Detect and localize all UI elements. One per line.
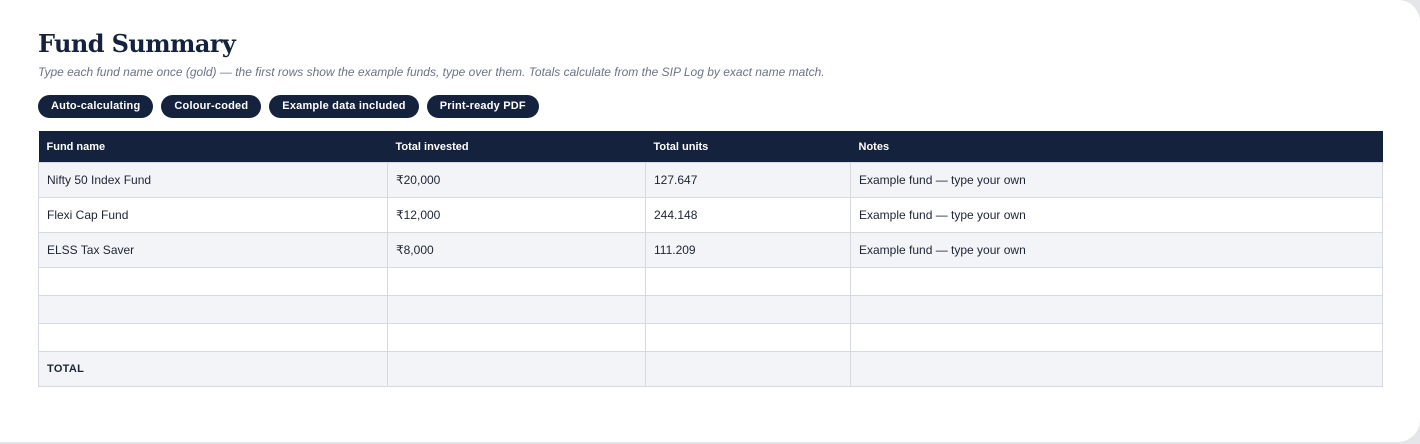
column-header-total-units: Total units xyxy=(645,131,851,163)
total-invested-cell xyxy=(387,323,646,352)
fund-name-cell[interactable] xyxy=(38,295,388,324)
total-units-cell: 127.647 xyxy=(645,162,851,198)
total-units-cell xyxy=(645,295,851,324)
fund-name-cell[interactable] xyxy=(38,267,388,296)
total-invested-cell: ₹12,000 xyxy=(387,197,646,233)
table-row: ELSS Tax Saver ₹8,000 111.209 Example fu… xyxy=(38,232,1383,268)
feature-badges: Auto-calculating Colour-coded Example da… xyxy=(38,95,539,118)
page-title: Fund Summary xyxy=(38,29,236,58)
table-row xyxy=(38,295,1383,324)
notes-cell[interactable]: Example fund — type your own xyxy=(850,162,1383,198)
table-header-row: Fund name Total invested Total units Not… xyxy=(38,131,1383,163)
total-units-cell: 244.148 xyxy=(645,197,851,233)
page-subtitle: Type each fund name once (gold) — the fi… xyxy=(38,65,825,79)
total-invested-cell xyxy=(387,267,646,296)
column-header-total-invested: Total invested xyxy=(387,131,646,163)
table-row: Nifty 50 Index Fund ₹20,000 127.647 Exam… xyxy=(38,162,1383,198)
fund-name-cell[interactable]: ELSS Tax Saver xyxy=(38,232,388,268)
notes-cell[interactable]: Example fund — type your own xyxy=(850,232,1383,268)
total-invested-cell: ₹8,000 xyxy=(387,232,646,268)
badge-example-data: Example data included xyxy=(269,95,419,118)
table-row xyxy=(38,323,1383,352)
total-notes-cell xyxy=(850,351,1383,387)
badge-colour-coded: Colour-coded xyxy=(161,95,262,118)
total-units-sum xyxy=(645,351,851,387)
notes-cell[interactable]: Example fund — type your own xyxy=(850,197,1383,233)
total-units-cell: 111.209 xyxy=(645,232,851,268)
badge-auto-calculating: Auto-calculating xyxy=(38,95,154,118)
column-header-notes: Notes xyxy=(850,131,1383,163)
table-row: Flexi Cap Fund ₹12,000 244.148 Example f… xyxy=(38,197,1383,233)
notes-cell[interactable] xyxy=(850,323,1383,352)
total-row: TOTAL xyxy=(38,351,1383,387)
total-invested-sum xyxy=(387,351,646,387)
total-label: TOTAL xyxy=(38,351,388,387)
fund-name-cell[interactable] xyxy=(38,323,388,352)
badge-print-ready-pdf: Print-ready PDF xyxy=(426,95,539,118)
notes-cell[interactable] xyxy=(850,295,1383,324)
fund-name-cell[interactable]: Nifty 50 Index Fund xyxy=(38,162,388,198)
total-invested-cell xyxy=(387,295,646,324)
total-units-cell xyxy=(645,267,851,296)
fund-summary-card: Fund Summary Type each fund name once (g… xyxy=(0,0,1420,442)
total-invested-cell: ₹20,000 xyxy=(387,162,646,198)
table-row xyxy=(38,267,1383,296)
notes-cell[interactable] xyxy=(850,267,1383,296)
fund-name-cell[interactable]: Flexi Cap Fund xyxy=(38,197,388,233)
fund-summary-table: Fund name Total invested Total units Not… xyxy=(38,131,1383,387)
total-units-cell xyxy=(645,323,851,352)
column-header-fund-name: Fund name xyxy=(38,131,388,163)
